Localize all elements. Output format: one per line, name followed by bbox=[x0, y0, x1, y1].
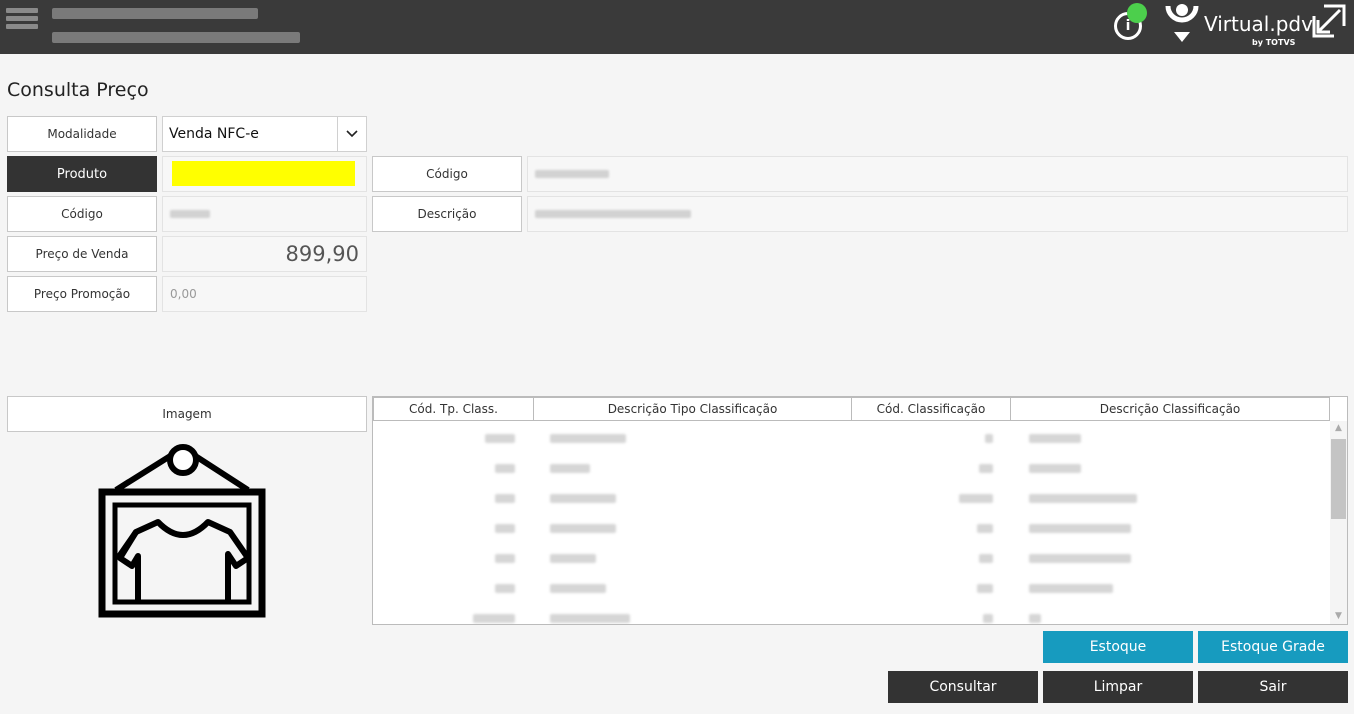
table-row[interactable] bbox=[373, 543, 1331, 573]
scroll-down-icon[interactable]: ▼ bbox=[1330, 611, 1347, 623]
virtual-pdv-logo: Virtual.pdv by TOTVS bbox=[1164, 2, 1313, 50]
table-row[interactable] bbox=[373, 483, 1331, 513]
table-header: Cód. Tp. Class. Descrição Tipo Classific… bbox=[373, 397, 1347, 421]
info-button[interactable]: i bbox=[1112, 3, 1148, 40]
app-sub: by TOTVS bbox=[1252, 38, 1296, 47]
produto-input[interactable] bbox=[162, 156, 367, 192]
framed-shirt-icon bbox=[98, 444, 266, 618]
codigo-label: Código bbox=[372, 156, 522, 192]
top-bar: i Virtual.pdv by TOTVS bbox=[0, 0, 1354, 54]
modalidade-value: Venda NFC-e bbox=[169, 126, 259, 142]
table-row[interactable] bbox=[373, 573, 1331, 603]
online-status-dot bbox=[1127, 3, 1147, 23]
chevron-down-icon[interactable] bbox=[337, 117, 366, 151]
produto-button[interactable]: Produto bbox=[7, 156, 157, 192]
menu-icon[interactable] bbox=[6, 8, 38, 34]
limpar-button[interactable]: Limpar bbox=[1043, 671, 1193, 703]
logo-mark-icon bbox=[1165, 4, 1199, 42]
modalidade-label: Modalidade bbox=[7, 116, 157, 152]
consultar-button[interactable]: Consultar bbox=[888, 671, 1038, 703]
page-title: Consulta Preço bbox=[7, 79, 149, 101]
store-info-redacted bbox=[52, 32, 300, 43]
classificacao-table[interactable]: Cód. Tp. Class. Descrição Tipo Classific… bbox=[372, 396, 1348, 625]
descricao-label: Descrição bbox=[372, 196, 522, 232]
codigo-value bbox=[527, 156, 1348, 192]
col-header-desc-tipo-class[interactable]: Descrição Tipo Classificação bbox=[533, 397, 852, 421]
modalidade-select[interactable]: Venda NFC-e bbox=[162, 116, 367, 152]
codigo2-value bbox=[162, 196, 367, 232]
preco-promocao-label: Preço Promoção bbox=[7, 276, 157, 312]
codigo2-label: Código bbox=[7, 196, 157, 232]
expand-window-icon[interactable] bbox=[1310, 4, 1346, 40]
descricao-value bbox=[527, 196, 1348, 232]
estoque-button[interactable]: Estoque bbox=[1043, 631, 1193, 663]
imagem-label: Imagem bbox=[7, 396, 367, 432]
app-name: Virtual.pdv bbox=[1204, 12, 1313, 36]
col-header-cod-class[interactable]: Cód. Classificação bbox=[851, 397, 1011, 421]
produto-input-highlight bbox=[172, 161, 355, 186]
preco-venda-label: Preço de Venda bbox=[7, 236, 157, 272]
scroll-thumb[interactable] bbox=[1331, 439, 1346, 519]
col-header-cod-tp-class[interactable]: Cód. Tp. Class. bbox=[373, 397, 534, 421]
table-row[interactable] bbox=[373, 513, 1331, 543]
table-row[interactable] bbox=[373, 453, 1331, 483]
col-header-desc-class[interactable]: Descrição Classificação bbox=[1010, 397, 1330, 421]
preco-venda-value: 899,90 bbox=[162, 236, 367, 272]
preco-promocao-value: 0,00 bbox=[162, 276, 367, 312]
scroll-up-icon[interactable]: ▲ bbox=[1330, 423, 1347, 435]
table-row[interactable] bbox=[373, 423, 1331, 453]
table-scrollbar[interactable]: ▲ ▼ bbox=[1330, 421, 1347, 624]
estoque-grade-button[interactable]: Estoque Grade bbox=[1198, 631, 1348, 663]
store-name-redacted bbox=[52, 8, 258, 19]
table-row[interactable] bbox=[373, 603, 1331, 624]
sair-button[interactable]: Sair bbox=[1198, 671, 1348, 703]
